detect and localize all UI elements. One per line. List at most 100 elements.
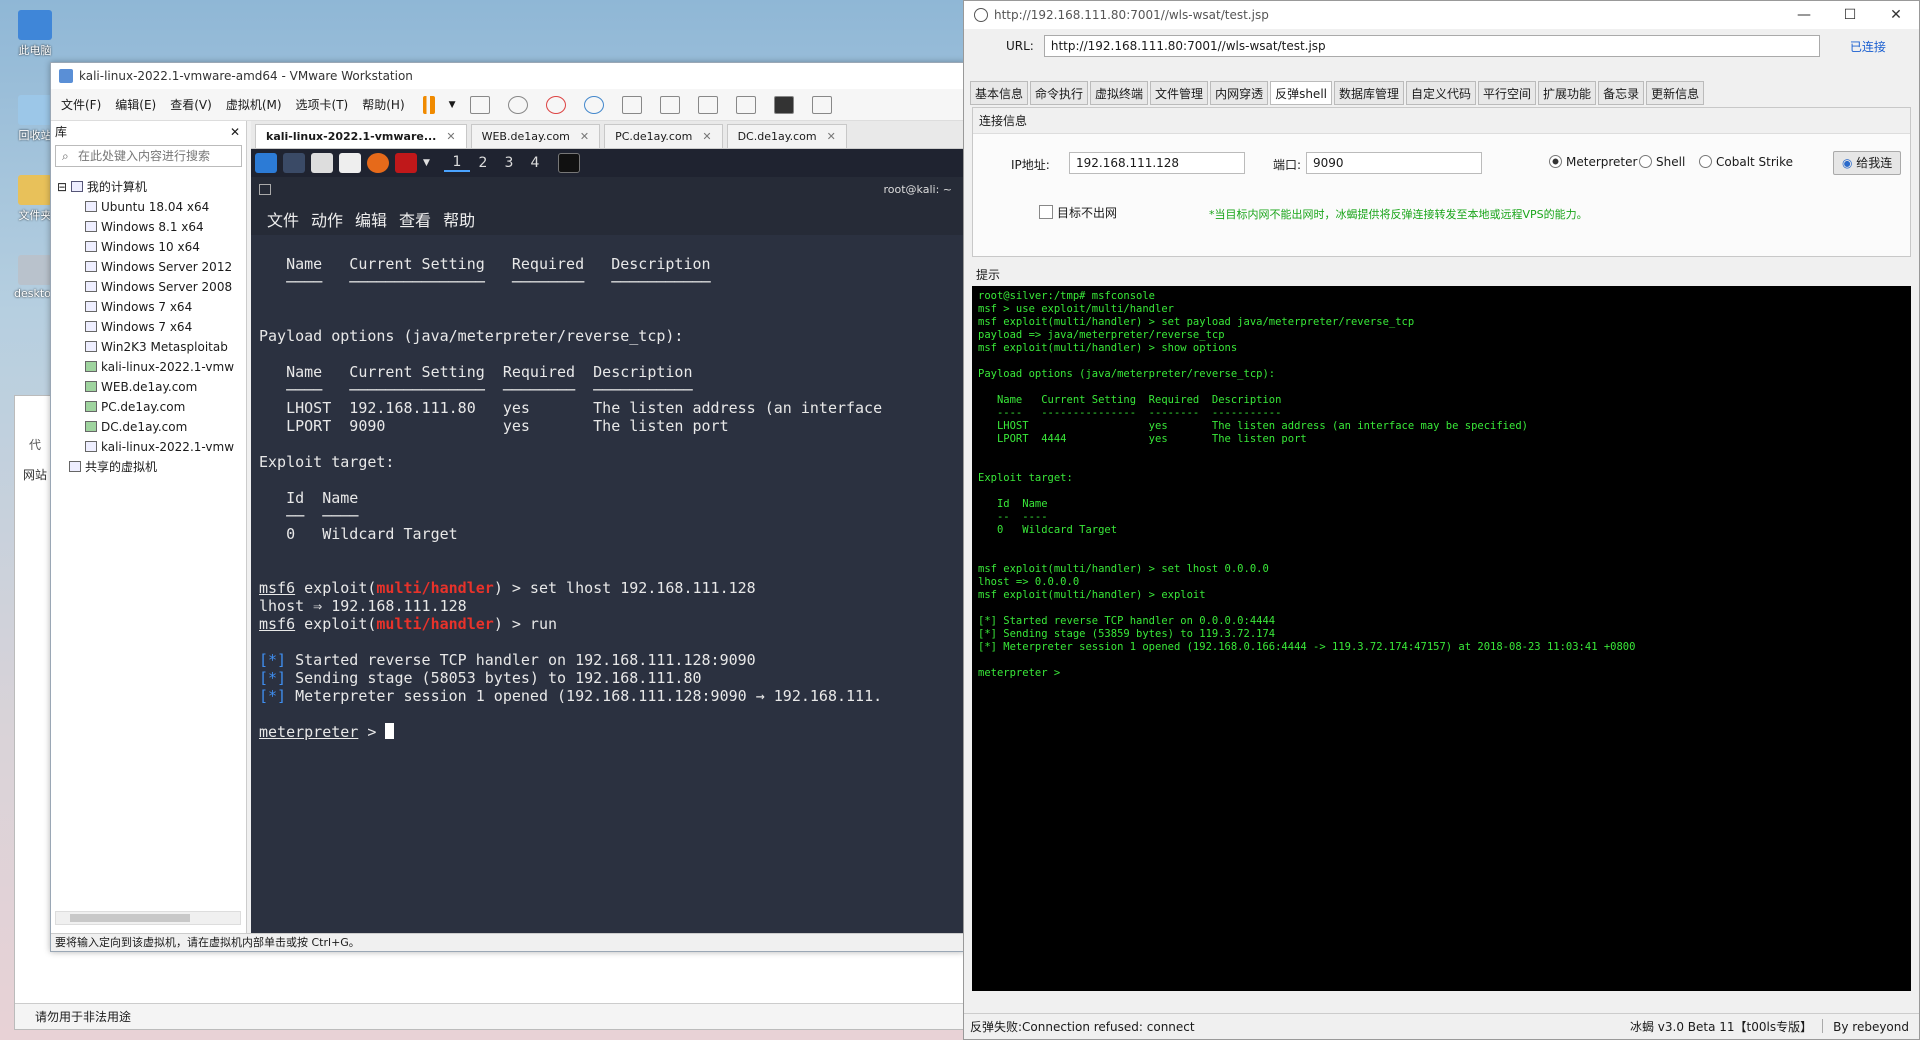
workspace-2[interactable]: 2 [470,155,496,171]
kali-guest-screen[interactable]: ▼ 1 2 3 4 root@kali: ~ 文件 动作 编辑 查看 帮助 Na… [251,149,966,943]
tree-item[interactable]: PC.de1ay.com [57,397,246,417]
tree-root[interactable]: ⊟ 我的计算机 [57,177,246,197]
menu-vm[interactable]: 虚拟机(M) [226,96,282,113]
chevron-down-icon[interactable]: ▼ [449,100,456,110]
tree-item[interactable]: Windows 10 x64 [57,237,246,257]
kali-menu-icon[interactable] [255,153,277,173]
radio-shell[interactable]: Shell [1639,155,1685,169]
workspace-4[interactable]: 4 [522,155,548,171]
tree-item[interactable]: Windows 7 x64 [57,317,246,337]
tab-virtual-terminal[interactable]: 虚拟终端 [1090,81,1149,105]
behinder-terminal-output[interactable]: root@silver:/tmp# msfconsole msf > use e… [972,286,1911,991]
terminal-app-icon[interactable] [395,153,417,173]
tab-extensions[interactable]: 扩展功能 [1538,81,1597,105]
no-outbound-checkbox[interactable]: 目标不出网 [1039,204,1117,221]
tab-file-manager[interactable]: 文件管理 [1150,81,1209,105]
ip-input[interactable]: 192.168.111.128 [1069,152,1245,174]
tree-shared-label: 共享的虚拟机 [85,460,158,474]
close-icon[interactable]: ✕ [446,125,455,148]
tree-shared[interactable]: 共享的虚拟机 [57,457,246,477]
tab-kali[interactable]: kali-linux-2022.1-vmware... ✕ [255,124,467,148]
tree-item-label: DC.de1ay.com [101,420,188,434]
tab-web[interactable]: WEB.de1ay.com ✕ [470,124,601,148]
tree-item-active[interactable]: kali-linux-2022.1-vmw [57,357,246,377]
desktop-icon-computer[interactable]: 此电脑 [14,10,56,58]
tab-parallel-space[interactable]: 平行空间 [1478,81,1537,105]
stretch-icon[interactable] [811,95,832,114]
workspace-3[interactable]: 3 [496,155,522,171]
kali-menu-help[interactable]: 帮助 [443,207,475,231]
send-keys-icon[interactable] [469,95,490,114]
library-search-input[interactable]: 在此处键入内容进行搜索 [55,145,242,167]
close-icon[interactable]: ✕ [1873,7,1919,23]
menu-file[interactable]: 文件(F) [61,96,101,113]
tab-basic-info[interactable]: 基本信息 [970,81,1029,105]
workspace-1[interactable]: 1 [443,154,470,172]
show-desktop-icon[interactable] [283,153,305,173]
status-right: 冰蝎 v3.0 Beta 11【t00ls专版】 By rebeyond [1630,1014,1909,1040]
tab-dc[interactable]: DC.de1ay.com ✕ [726,124,847,148]
tab-updates[interactable]: 更新信息 [1646,81,1705,105]
term-line: Name Current Setting Required Descriptio… [259,255,711,273]
terminal-task-icon[interactable] [557,153,580,173]
behinder-titlebar[interactable]: http://192.168.111.80:7001//wls-wsat/tes… [964,1,1919,29]
tab-custom-code[interactable]: 自定义代码 [1406,81,1477,105]
tab-memo[interactable]: 备忘录 [1598,81,1645,105]
chevron-down-icon[interactable]: ▼ [423,158,430,168]
sidebar-view-icon[interactable] [621,95,642,114]
bg-tab-label[interactable]: 网站 [23,466,47,483]
pause-icon[interactable] [422,95,435,114]
tree-item[interactable]: Windows 7 x64 [57,297,246,317]
connect-button[interactable]: ◉ 给我连 [1833,151,1902,175]
tab-pc[interactable]: PC.de1ay.com ✕ [604,124,723,148]
kali-menu-edit[interactable]: 编辑 [355,207,387,231]
menu-tabs[interactable]: 选项卡(T) [296,96,349,113]
close-icon[interactable]: ✕ [230,121,240,143]
computer-icon [70,181,83,192]
firefox-icon[interactable] [367,153,389,173]
port-input[interactable]: 9090 [1306,152,1482,174]
tree-item[interactable]: DC.de1ay.com [57,417,246,437]
tree-item[interactable]: Win2K3 Metasploitab [57,337,246,357]
kali-terminal-output[interactable]: Name Current Setting Required Descriptio… [251,235,966,741]
tree-item[interactable]: WEB.de1ay.com [57,377,246,397]
text-editor-icon[interactable] [339,153,361,173]
fullscreen-icon[interactable] [697,95,718,114]
menu-view[interactable]: 查看(V) [170,96,212,113]
minimize-icon[interactable]: — [1781,7,1827,23]
kali-menu-view[interactable]: 查看 [399,207,431,231]
url-input[interactable]: http://192.168.111.80:7001//wls-wsat/tes… [1043,35,1820,57]
terminal-titlebar[interactable]: root@kali: ~ [251,177,966,203]
tree-item[interactable]: Windows Server 2012 [57,257,246,277]
kali-menu-file[interactable]: 文件 [267,207,299,231]
radio-cobalt-strike[interactable]: Cobalt Strike [1699,155,1793,169]
unity-icon[interactable] [735,95,756,114]
snapshot-icon[interactable] [507,95,528,114]
revert-snapshot-icon[interactable] [545,95,566,114]
menu-help[interactable]: 帮助(H) [362,96,404,113]
tree-item[interactable]: Ubuntu 18.04 x64 [57,197,246,217]
radio-meterpreter[interactable]: Meterpreter [1549,155,1637,169]
console-icon[interactable] [773,95,794,114]
tree-item[interactable]: Windows 8.1 x64 [57,217,246,237]
term-prompt: meterpreter [259,723,359,741]
maximize-icon[interactable]: ☐ [1827,7,1873,23]
tab-tunnel[interactable]: 内网穿透 [1210,81,1269,105]
close-icon[interactable]: ✕ [580,125,589,148]
thumbnail-view-icon[interactable] [659,95,680,114]
close-icon[interactable]: ✕ [702,125,711,148]
vmware-titlebar[interactable]: kali-linux-2022.1-vmware-amd64 - VMware … [51,63,964,89]
snapshot-manager-icon[interactable] [583,95,604,114]
tab-database[interactable]: 数据库管理 [1334,81,1405,105]
file-manager-icon[interactable] [311,153,333,173]
close-icon[interactable]: ✕ [827,125,836,148]
tree-item[interactable]: Windows Server 2008 [57,277,246,297]
menu-edit[interactable]: 编辑(E) [115,96,156,113]
tab-command[interactable]: 命令执行 [1030,81,1089,105]
kali-menu-actions[interactable]: 动作 [311,207,343,231]
tree-item[interactable]: kali-linux-2022.1-vmw [57,437,246,457]
tab-reverse-shell[interactable]: 反弹shell [1270,81,1332,105]
scrollbar-thumb[interactable] [70,914,190,922]
library-scrollbar[interactable] [55,911,241,925]
behinder-tabs: 基本信息 命令执行 虚拟终端 文件管理 内网穿透 反弹shell 数据库管理 自… [964,81,1919,107]
